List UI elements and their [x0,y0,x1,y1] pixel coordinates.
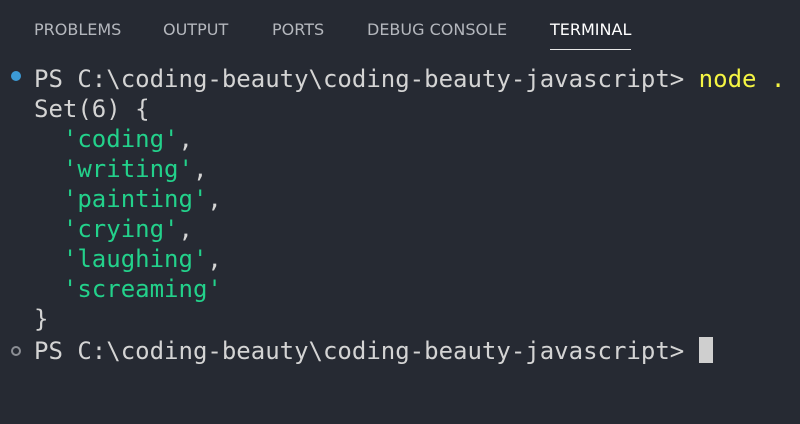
active-tab-indicator [550,49,632,50]
tab-problems[interactable]: PROBLEMS [34,20,121,39]
input-line[interactable]: PS C:\coding-beauty\coding-beauty-javasc… [34,336,714,366]
set-close: } [34,305,49,333]
terminal-output[interactable]: PS C:\coding-beauty\coding-beauty-javasc… [0,62,800,424]
output-line: 'writing', [34,154,208,184]
set-item-comma: , [192,155,208,183]
tab-problems-label: PROBLEMS [34,20,122,39]
command-text: node . [698,65,786,93]
set-item-comma: , [178,125,193,153]
set-item: 'screaming' [62,275,222,303]
output-line: 'laughing', [34,244,222,274]
tab-output-label: OUTPUT [163,20,229,39]
tab-debug-console[interactable]: DEBUG CONSOLE [367,20,507,39]
tab-terminal[interactable]: TERMINAL [550,20,632,50]
output-line: 'crying', [34,214,193,244]
output-line: 'painting', [34,184,222,214]
prompt-text: PS C:\coding-beauty\coding-beauty-javasc… [34,337,685,365]
tab-output[interactable]: OUTPUT [163,20,228,39]
output-line: 'screaming' [34,274,222,304]
tab-terminal-label: TERMINAL [550,20,632,39]
tab-debug-console-label: DEBUG CONSOLE [367,20,508,39]
set-item-comma: , [178,215,193,243]
output-line: } [34,304,48,334]
tab-ports-label: PORTS [272,20,325,39]
tab-ports[interactable]: PORTS [272,20,324,39]
set-item: 'crying' [62,215,179,243]
set-item: 'painting' [62,185,208,213]
command-success-decoration-icon[interactable] [11,71,21,81]
command-line: PS C:\coding-beauty\coding-beauty-javasc… [34,64,785,94]
set-item: 'writing' [62,155,193,183]
panel-tab-bar: PROBLEMS OUTPUT PORTS DEBUG CONSOLE TERM… [0,0,800,62]
set-item: 'coding' [62,125,179,153]
output-line: 'coding', [34,124,193,154]
prompt-text: PS C:\coding-beauty\coding-beauty-javasc… [34,65,699,93]
output-line: Set(6) { [34,94,150,124]
set-item: 'laughing' [62,245,208,273]
set-item-comma: , [207,185,222,213]
terminal-panel: PROBLEMS OUTPUT PORTS DEBUG CONSOLE TERM… [0,0,800,424]
terminal-cursor [699,337,714,363]
command-default-decoration-icon[interactable] [11,346,21,356]
set-header: Set(6) { [34,95,150,123]
set-item-comma: , [207,245,222,273]
